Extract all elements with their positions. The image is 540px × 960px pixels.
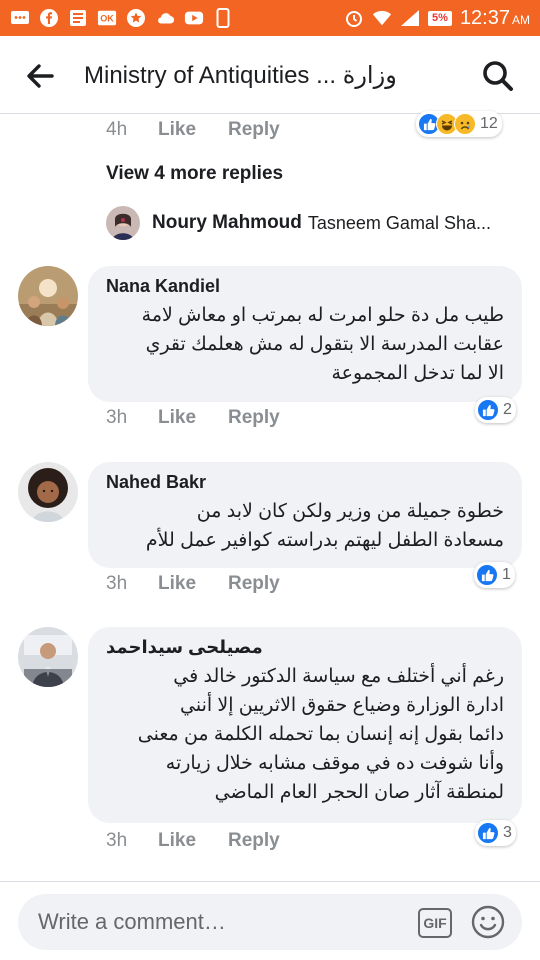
like-button[interactable]: Like <box>158 119 228 141</box>
reply-preview[interactable]: Noury Mahmoud Tasneem Gamal Sha... <box>106 206 516 240</box>
reply-button[interactable]: Reply <box>228 830 280 852</box>
reaction-count: 1 <box>502 566 511 583</box>
comment-line: وأنا شوفت ده في موقف مشابه خلال زيارته <box>165 753 504 774</box>
comment-text: خطوة جميلة من وزير ولكن كان لابد من مسعا… <box>106 497 504 555</box>
reaction-count: 2 <box>503 401 512 418</box>
comment-actions: 3h Like Reply <box>106 830 280 852</box>
status-bar: OK 5% 12:37 AM <box>0 0 540 36</box>
emoji-icon <box>471 905 505 939</box>
comment-author[interactable]: Nana Kandiel <box>106 276 504 297</box>
comment-line: دائما بقول إنه إنسان بما تحمله الكلمة من… <box>137 724 504 745</box>
like-reaction-icon <box>476 564 498 586</box>
comment-composer: GIF <box>0 881 540 960</box>
like-button[interactable]: Like <box>158 573 228 595</box>
reply-button[interactable]: Reply <box>228 119 280 141</box>
clock-ampm: AM <box>512 12 530 27</box>
like-reaction-icon <box>477 822 499 844</box>
comment-bubble: مصيلحى سيداحمد رغم أني أختلف مع سياسة ال… <box>88 627 522 823</box>
comment-author[interactable]: Nahed Bakr <box>106 472 504 493</box>
back-button[interactable] <box>24 60 56 92</box>
reaction-summary[interactable]: 12 <box>416 111 502 137</box>
gif-button[interactable]: GIF <box>418 908 452 938</box>
comment-line: مسعادة الطفل ليهتم بدراسته كوافير عمل لل… <box>145 530 504 551</box>
comment-line: عقابت المدرسة الا بتقول له مش هعلمك تقري <box>145 334 504 355</box>
search-icon <box>483 61 513 91</box>
youtube-icon <box>184 9 204 27</box>
news-icon <box>68 9 88 27</box>
back-arrow-icon <box>27 64 54 88</box>
reaction-count: 3 <box>503 824 512 841</box>
message-icon <box>10 9 30 27</box>
phone-icon <box>213 8 233 28</box>
alarm-icon <box>344 9 364 27</box>
comment-line: طيب مل دة حلو امرت له بمرتب او معاش لامة <box>141 305 504 326</box>
avatar <box>106 206 140 240</box>
comment-time: 3h <box>106 573 128 594</box>
avatar[interactable] <box>18 266 78 326</box>
like-button[interactable]: Like <box>158 407 228 429</box>
clock: 12:37 AM <box>460 7 530 30</box>
comment-line: رغم أني أختلف مع سياسة الدكتور خالد في <box>173 666 504 687</box>
comment-time: 3h <box>106 830 128 851</box>
sad-reaction-icon <box>454 113 476 135</box>
comment-line: خطوة جميلة من وزير ولكن كان لابد من <box>196 501 504 522</box>
avatar[interactable] <box>18 627 78 687</box>
like-reaction-icon <box>477 399 499 421</box>
like-button[interactable]: Like <box>158 830 228 852</box>
comment-text: رغم أني أختلف مع سياسة الدكتور خالد في ا… <box>106 662 504 807</box>
star-icon <box>126 9 146 27</box>
comment-text: طيب مل دة حلو امرت له بمرتب او معاش لامة… <box>106 301 504 388</box>
emoji-button[interactable] <box>470 904 506 940</box>
reaction-summary[interactable]: 1 <box>474 562 515 588</box>
reply-button[interactable]: Reply <box>228 407 280 429</box>
reaction-count: 12 <box>480 115 498 132</box>
comment-author[interactable]: مصيلحى سيداحمد <box>106 637 504 658</box>
comment-bubble: Nana Kandiel طيب مل دة حلو امرت له بمرتب… <box>88 266 522 402</box>
wifi-icon <box>372 9 392 27</box>
status-system-icons: 5% 12:37 AM <box>344 7 530 30</box>
view-more-replies-link[interactable]: View 4 more replies <box>106 163 283 185</box>
search-button[interactable] <box>480 58 516 94</box>
signal-icon <box>400 9 420 27</box>
reply-button[interactable]: Reply <box>228 573 280 595</box>
battery-icon: 5% <box>428 10 452 26</box>
comment-line: الا لما تدخل المجموعة <box>331 363 504 384</box>
comment-actions: 3h Like Reply <box>106 407 280 429</box>
comment-bubble: Nahed Bakr خطوة جميلة من وزير ولكن كان ل… <box>88 462 522 568</box>
comment-actions: 3h Like Reply <box>106 573 280 595</box>
comment-line: ادارة الوزارة وضياع حقوق الاثريين إلا أن… <box>180 695 504 716</box>
facebook-icon <box>39 9 59 27</box>
reaction-summary[interactable]: 3 <box>475 820 516 846</box>
svg-text:OK: OK <box>100 14 114 24</box>
ok-icon: OK <box>97 9 117 27</box>
avatar[interactable] <box>18 462 78 522</box>
cloud-icon <box>155 9 175 27</box>
page-title: Ministry of Antiquities ... وزارة <box>84 62 397 89</box>
comment-line: لمنطقة آثار صان الحجر العام الماضي <box>214 782 504 803</box>
clock-time: 12:37 <box>459 6 510 29</box>
reply-author: Noury Mahmoud <box>152 212 302 233</box>
comment-time: 4h <box>106 119 128 140</box>
reaction-summary[interactable]: 2 <box>475 397 516 423</box>
status-notification-icons: OK <box>10 8 233 28</box>
parent-comment-actions: 4h Like Reply <box>106 119 280 141</box>
app-bar: Ministry of Antiquities ... وزارة <box>0 36 540 114</box>
reply-text: Tasneem Gamal Sha... <box>307 212 491 233</box>
comment-time: 3h <box>106 407 128 428</box>
